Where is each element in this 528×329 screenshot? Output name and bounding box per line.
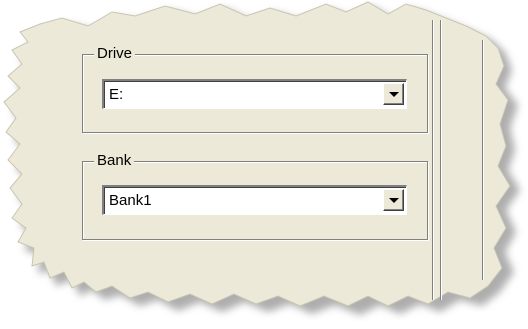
- drive-dropdown-button[interactable]: [383, 83, 404, 105]
- chevron-down-icon: [389, 198, 399, 203]
- bank-dropdown-button[interactable]: [383, 189, 404, 211]
- separator-line-highlight: [483, 40, 484, 280]
- separator-line-highlight: [441, 20, 442, 300]
- drive-select[interactable]: E:: [102, 79, 407, 109]
- drive-select-value: E:: [109, 86, 124, 103]
- drive-groupbox: Drive E:: [82, 45, 428, 133]
- bank-groupbox: Bank Bank1: [82, 152, 428, 240]
- separator-line-highlight: [433, 20, 434, 300]
- drive-groupbox-label: Drive: [94, 45, 136, 63]
- chevron-down-icon: [389, 92, 399, 97]
- bank-select[interactable]: Bank1: [102, 185, 407, 215]
- bank-select-value: Bank1: [109, 192, 152, 209]
- bank-groupbox-label: Bank: [94, 152, 135, 170]
